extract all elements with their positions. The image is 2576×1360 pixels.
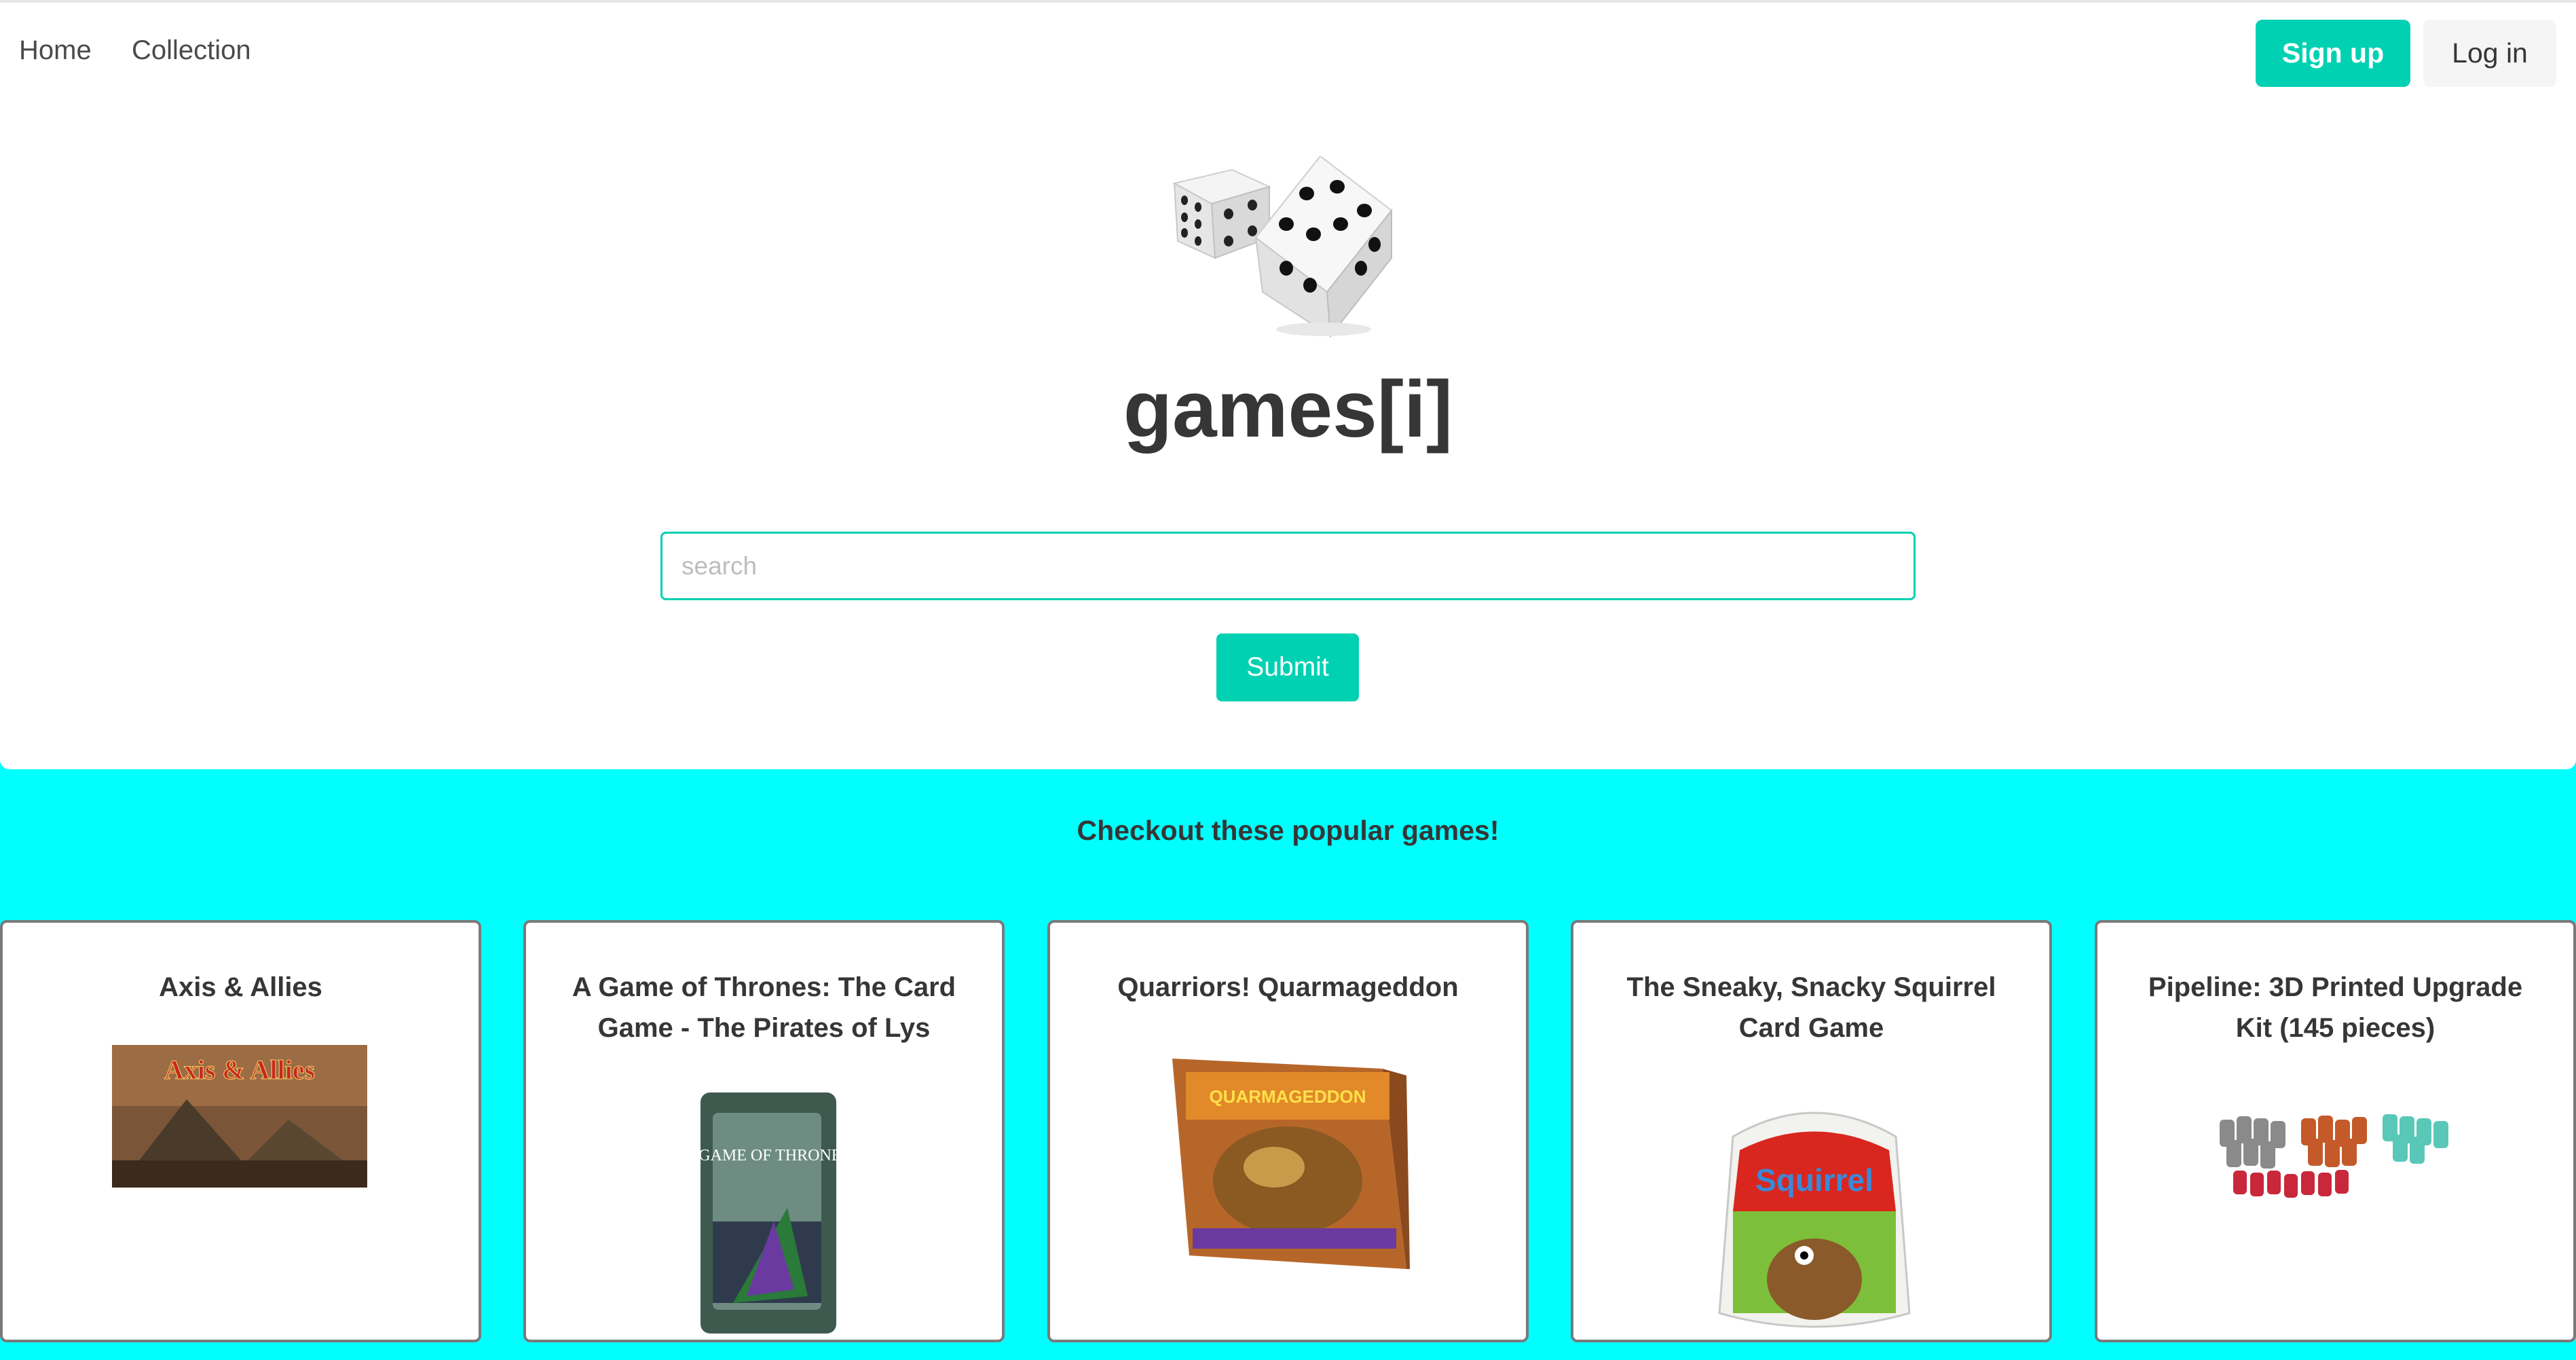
hero-section: games[i] Submit [0, 98, 2576, 769]
game-box-image: Squirrel [1718, 1111, 1911, 1328]
game-card-title[interactable]: A Game of Thrones: The Card Game - The P… [560, 967, 968, 1048]
signup-button[interactable]: Sign up [2256, 20, 2410, 87]
submit-button[interactable]: Submit [1216, 633, 1359, 701]
game-card[interactable]: Quarriors! Quarmageddon QUARMAGEDDON [1047, 920, 1529, 1342]
nav-collection-link[interactable]: Collection [132, 35, 251, 66]
dice-icon [1172, 156, 1393, 338]
game-box-image: QUARMAGEDDON [1172, 1059, 1410, 1269]
login-button[interactable]: Log in [2423, 20, 2556, 87]
search-input[interactable] [660, 532, 1916, 600]
game-card-title[interactable]: The Sneaky, Snacky Squirrel Card Game [1607, 967, 2015, 1048]
game-card-title[interactable]: Pipeline: 3D Printed Upgrade Kit (145 pi… [2131, 967, 2539, 1048]
navbar: Home Collection Sign up Log in [0, 0, 2576, 98]
game-card[interactable]: The Sneaky, Snacky Squirrel Card Game Sq… [1571, 920, 2052, 1342]
game-box-label: Axis & Allies [164, 1054, 315, 1085]
nav-home-link[interactable]: Home [19, 35, 92, 66]
game-card[interactable]: Axis & Allies Axis & Allies [0, 920, 481, 1342]
game-card-title[interactable]: Quarriors! Quarmageddon [1084, 967, 1492, 1008]
game-box-label: QUARMAGEDDON [1209, 1086, 1366, 1107]
game-box-label: A GAME OF THRONES [692, 1147, 842, 1164]
back-die [1172, 168, 1271, 259]
site-title: games[i] [1123, 365, 1453, 454]
front-die [1254, 156, 1393, 338]
game-box-image [2213, 1099, 2464, 1208]
game-box-image: Axis & Allies [112, 1045, 367, 1188]
game-box-image: A GAME OF THRONES [692, 1086, 842, 1337]
game-card[interactable]: Pipeline: 3D Printed Upgrade Kit (145 pi… [2095, 920, 2576, 1342]
game-box-label: Squirrel [1755, 1162, 1873, 1198]
game-card-title[interactable]: Axis & Allies [37, 967, 445, 1008]
popular-games-heading: Checkout these popular games! [1077, 815, 1499, 846]
game-card[interactable]: A Game of Thrones: The Card Game - The P… [523, 920, 1005, 1342]
